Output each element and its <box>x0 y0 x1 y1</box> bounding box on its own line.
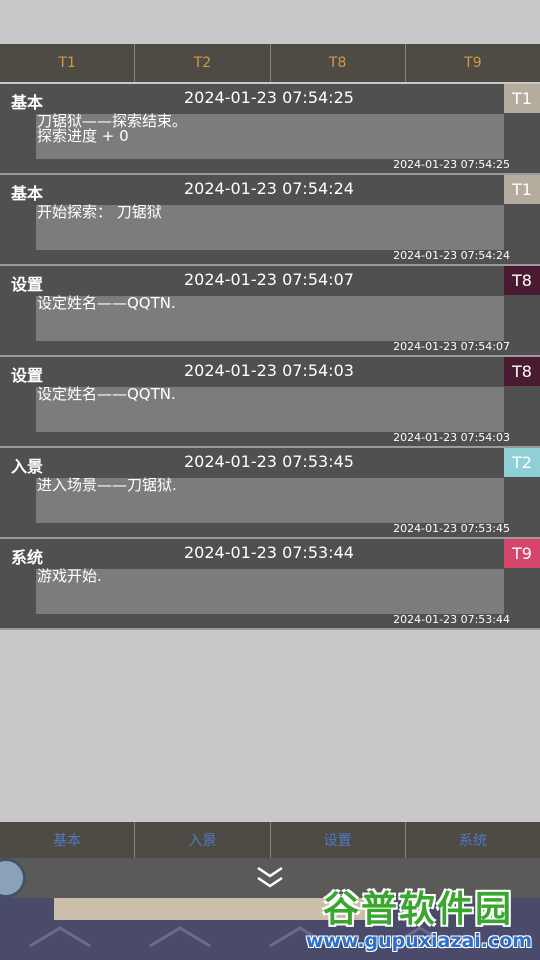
log-category: 设置 <box>11 366 44 385</box>
log-tag-badge: T8 <box>504 266 540 295</box>
log-time: 2024-01-23 07:54:24 <box>184 179 354 198</box>
tab-t1[interactable]: T1 <box>0 44 136 82</box>
log-timestamp: 2024-01-23 07:54:07 <box>393 340 510 353</box>
log-time: 2024-01-23 07:53:45 <box>184 452 354 471</box>
log-category: 系统 <box>11 548 44 567</box>
log-message: 开始探索： 刀锯狱 <box>37 203 162 221</box>
log-entry[interactable]: 设置 2024-01-23 07:54:03 T8 设定姓名——QQTN. 20… <box>0 357 540 448</box>
tab-system[interactable]: 系统 <box>406 822 540 858</box>
log-time: 2024-01-23 07:54:25 <box>184 88 354 107</box>
tab-basic[interactable]: 基本 <box>0 822 136 858</box>
log-time: 2024-01-23 07:54:07 <box>184 270 354 289</box>
log-category: 设置 <box>11 275 44 294</box>
log-timestamp: 2024-01-23 07:53:44 <box>393 613 510 626</box>
bottom-tab-bar: 基本 入景 设置 系统 <box>0 822 540 858</box>
log-tag-badge: T1 <box>504 175 540 204</box>
watermark-logo: 谷普软件园 <box>322 889 513 930</box>
log-timestamp: 2024-01-23 07:54:25 <box>393 158 510 171</box>
log-entry[interactable]: 入景 2024-01-23 07:53:45 T2 进入场景——刀锯狱. 202… <box>0 448 540 539</box>
log-time: 2024-01-23 07:54:03 <box>184 361 354 380</box>
log-category: 入景 <box>11 457 44 476</box>
top-tab-bar: T1 T2 T8 T9 <box>0 44 540 82</box>
chevron-double-down-icon[interactable] <box>254 864 286 892</box>
log-category: 基本 <box>11 93 44 112</box>
log-message: 进入场景——刀锯狱. <box>37 476 177 494</box>
log-tag-badge: T2 <box>504 448 540 477</box>
watermark-url: www.gupuxiazai.com <box>305 930 533 952</box>
tab-t8[interactable]: T8 <box>271 44 406 82</box>
log-message: 游戏开始. <box>37 567 102 585</box>
log-message: 设定姓名——QQTN. <box>37 294 176 312</box>
log-timestamp: 2024-01-23 07:53:45 <box>393 522 510 535</box>
log-tag-badge: T8 <box>504 357 540 386</box>
tab-t9[interactable]: T9 <box>406 44 540 82</box>
tab-scene[interactable]: 入景 <box>135 822 271 858</box>
log-list: 基本 2024-01-23 07:54:25 T1 刀锯狱——探索结束。 探索进… <box>0 84 540 630</box>
log-timestamp: 2024-01-23 07:54:03 <box>393 431 510 444</box>
tab-settings[interactable]: 设置 <box>271 822 406 858</box>
log-timestamp: 2024-01-23 07:54:24 <box>393 249 510 262</box>
log-entry[interactable]: 系统 2024-01-23 07:53:44 T9 游戏开始. 2024-01-… <box>0 539 540 630</box>
log-category: 基本 <box>11 184 44 203</box>
tab-t2[interactable]: T2 <box>135 44 271 82</box>
log-time: 2024-01-23 07:53:44 <box>184 543 354 562</box>
log-tag-badge: T1 <box>504 84 540 113</box>
log-entry[interactable]: 基本 2024-01-23 07:54:24 T1 开始探索： 刀锯狱 2024… <box>0 175 540 266</box>
log-entry[interactable]: 设置 2024-01-23 07:54:07 T8 设定姓名——QQTN. 20… <box>0 266 540 357</box>
log-message: 设定姓名——QQTN. <box>37 385 176 403</box>
avatar[interactable] <box>0 858 26 898</box>
log-tag-badge: T9 <box>504 539 540 568</box>
log-message: 刀锯狱——探索结束。 探索进度 + 0 <box>37 112 188 145</box>
log-screen: T1 T2 T8 T9 基本 2024-01-23 07:54:25 T1 刀锯… <box>0 0 540 960</box>
log-entry[interactable]: 基本 2024-01-23 07:54:25 T1 刀锯狱——探索结束。 探索进… <box>0 84 540 175</box>
